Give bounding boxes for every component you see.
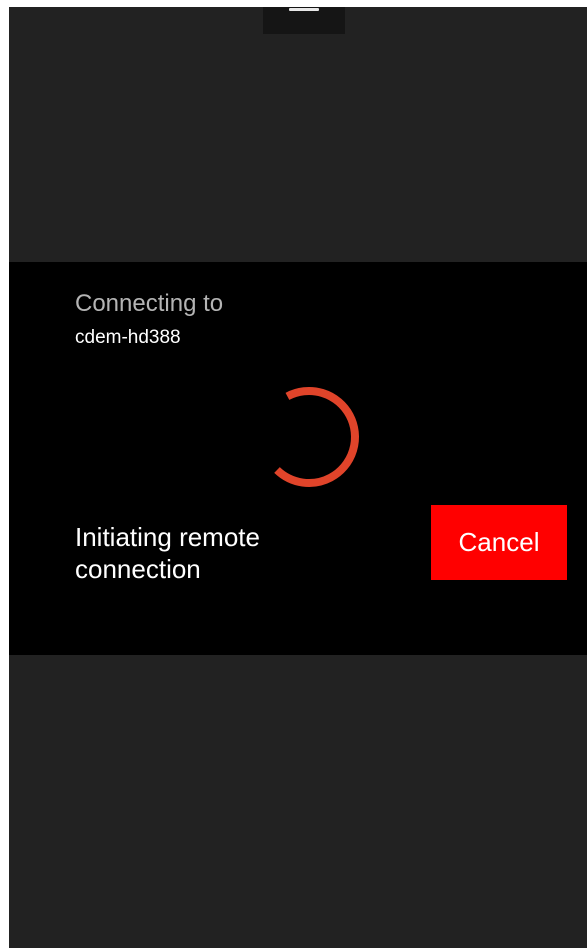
cancel-button[interactable]: Cancel xyxy=(431,505,567,580)
connection-dialog: Connecting to cdem-hd388 Initiating remo… xyxy=(9,262,587,655)
menu-bar-icon xyxy=(289,8,319,11)
app-screen: Connecting to cdem-hd388 Initiating remo… xyxy=(9,7,587,948)
host-name: cdem-hd388 xyxy=(75,327,181,348)
menu-tab[interactable] xyxy=(263,7,345,34)
dialog-heading: Connecting to xyxy=(75,290,224,317)
loading-spinner-icon xyxy=(259,387,359,487)
status-text: Initiating remote connection xyxy=(75,522,260,584)
